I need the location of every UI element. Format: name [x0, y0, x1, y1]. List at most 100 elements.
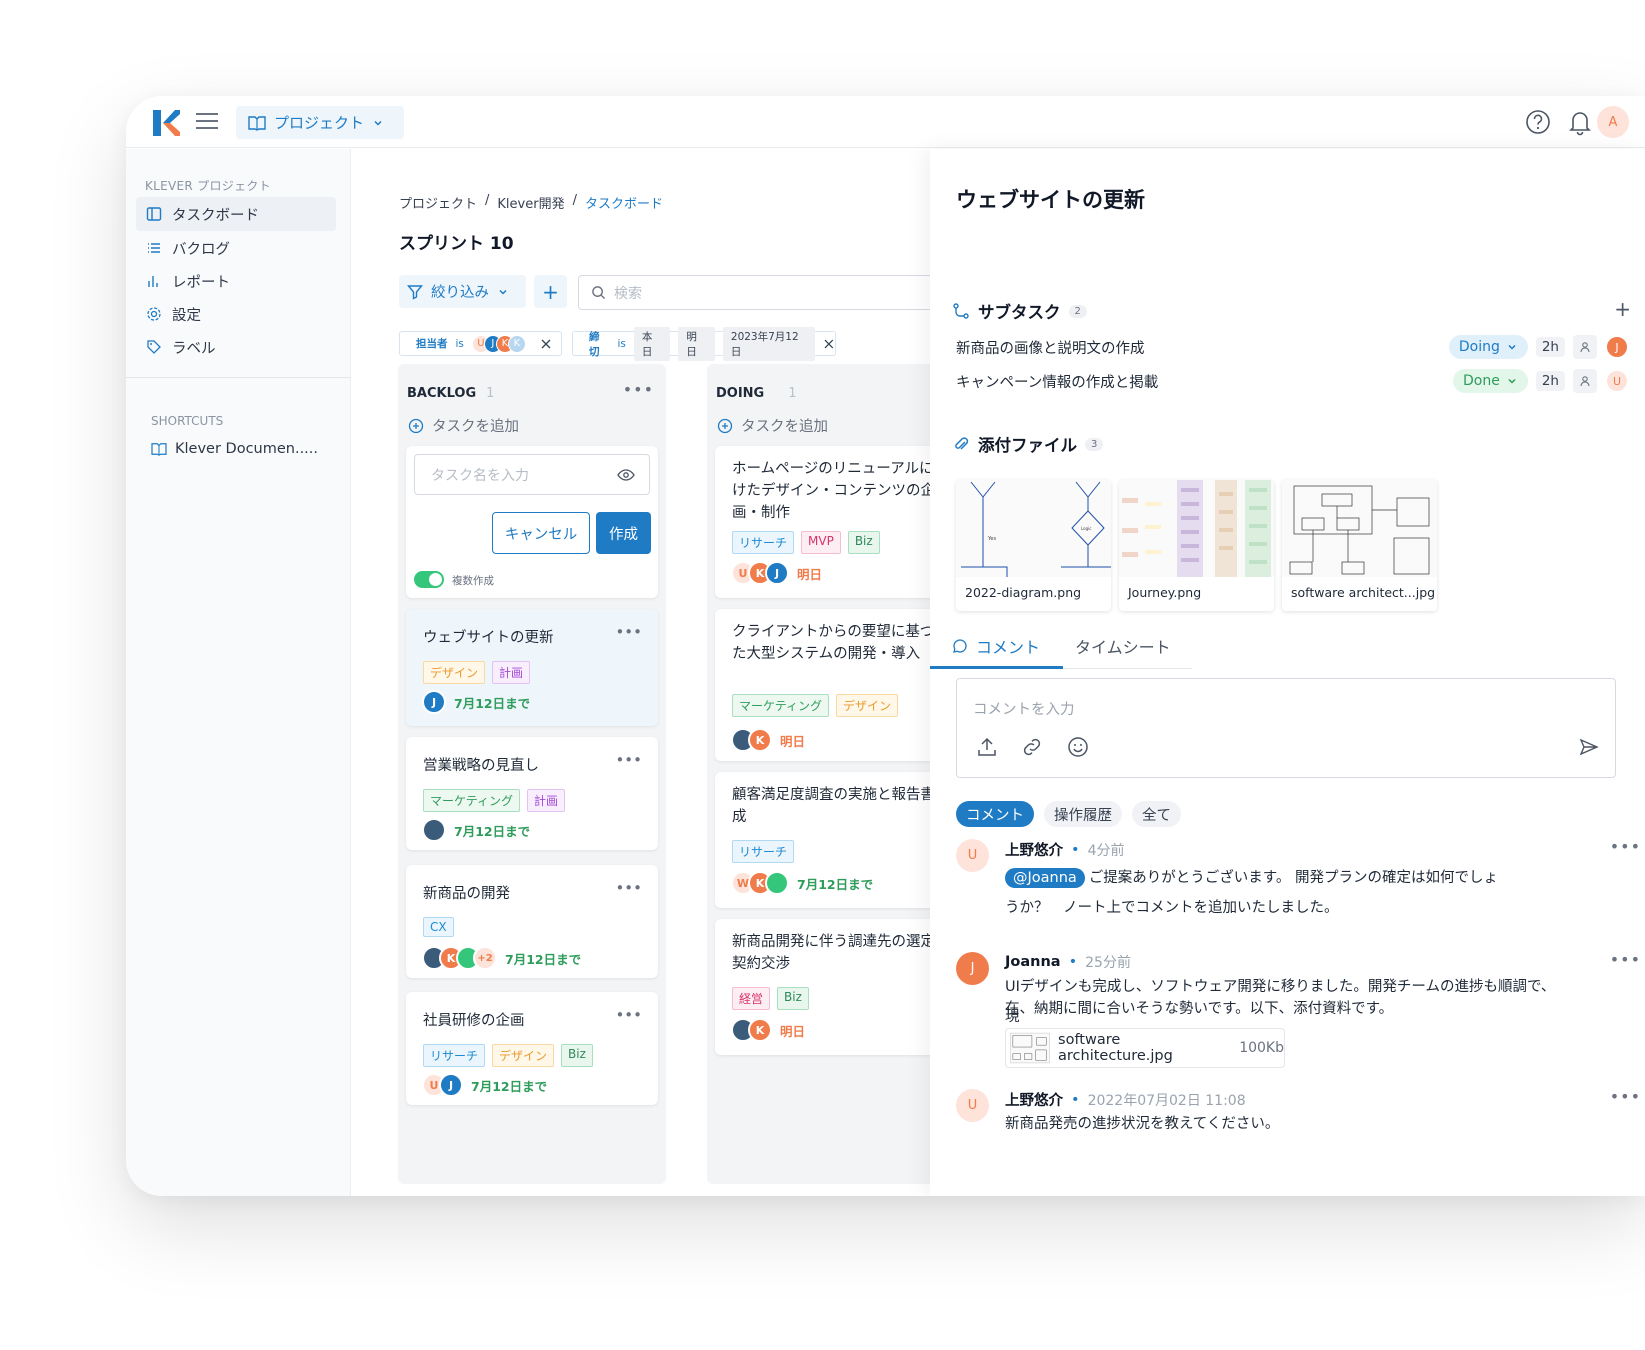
tag-management: 経営: [732, 987, 771, 1010]
breadcrumb-klever-dev[interactable]: Klever開発: [497, 193, 564, 212]
emoji-icon[interactable]: [1066, 735, 1090, 759]
eye-icon[interactable]: [617, 468, 635, 482]
status-dropdown[interactable]: Doing: [1448, 335, 1528, 359]
sidebar-item-label: ラベル: [172, 340, 216, 357]
task-name-input[interactable]: タスク名を入力: [414, 454, 650, 495]
chevron-down-icon: [1508, 378, 1516, 384]
hours-badge[interactable]: 2h: [1535, 337, 1565, 357]
subtask-title[interactable]: キャンペーン情報の作成と掲載: [956, 371, 1158, 392]
add-subtask-button[interactable]: +: [1614, 297, 1631, 321]
task-footer: K 明日: [731, 728, 805, 752]
tag-biz: Biz: [777, 987, 809, 1010]
card-more-button[interactable]: •••: [615, 1006, 642, 1024]
card-more-button[interactable]: •••: [615, 879, 642, 897]
tag-plan: 計画: [492, 661, 531, 684]
comment-text: @Joanna ご提案ありがとうございます。 開発プランの確定は如何でしょ: [1005, 863, 1565, 893]
backlog-column: BACKLOG 1 ••• タスクを追加 タスク名を入力 キャンセル 作成 複数…: [398, 364, 666, 1184]
avatar: K: [507, 334, 526, 353]
comment-more-button[interactable]: •••: [1610, 1087, 1641, 1106]
comment-line: ご提案ありがとうございます。 開発プランの確定は如何でしょ: [1088, 870, 1498, 886]
close-icon[interactable]: [823, 338, 835, 350]
help-icon[interactable]: [1523, 107, 1553, 137]
filter-button[interactable]: 絞り込み: [399, 275, 526, 308]
card-more-button[interactable]: •••: [615, 751, 642, 769]
due-date: 7月12日まで: [505, 951, 582, 967]
filter-comments[interactable]: コメント: [956, 801, 1034, 827]
shortcut-label: Klever Documen.....: [175, 441, 319, 457]
journey-preview: [1119, 480, 1274, 577]
card-more-button[interactable]: •••: [615, 623, 642, 641]
task-card[interactable]: 営業戦略の見直し ••• マーケティング 計画 7月12日まで: [406, 737, 658, 850]
subtasks-count: 2: [1068, 304, 1087, 318]
column-more-button[interactable]: •••: [623, 380, 654, 399]
deadline-filter-chip[interactable]: 締切 is 本日 明日 2023年7月12日: [572, 326, 836, 361]
sidebar-item-report[interactable]: レポート: [136, 264, 336, 298]
assignee-filter-chip[interactable]: 担当者 is U J K K: [399, 331, 562, 356]
create-button[interactable]: 作成: [596, 512, 651, 554]
attachment-name: software architect...jpg: [1291, 585, 1436, 600]
comment-header: Joanna • 25分前: [1005, 952, 1131, 972]
status-label: Doing: [1458, 339, 1500, 355]
tab-label: コメント: [976, 638, 1041, 657]
close-icon[interactable]: [540, 338, 552, 350]
paperclip-icon: [955, 437, 969, 450]
task-card[interactable]: ウェブサイトの更新 ••• デザイン 計画 J 7月12日まで: [406, 609, 658, 726]
tag-plan: 計画: [527, 789, 566, 812]
tab-comments[interactable]: コメント: [952, 634, 1040, 658]
attachment-thumbnail[interactable]: software architect...jpg: [1282, 480, 1437, 611]
due-date: 7月12日まで: [454, 695, 531, 711]
mention[interactable]: @Joanna: [1005, 868, 1085, 888]
attachment-thumbnail[interactable]: Yes Logic 2022-diagram.png: [956, 480, 1111, 611]
task-footer: 7月12日まで: [422, 818, 530, 842]
task-tags: リサーチ: [732, 840, 795, 863]
sidebar-item-taskboard[interactable]: タスクボード: [136, 197, 336, 231]
avatar: K: [748, 1018, 772, 1042]
sidebar-item-label[interactable]: ラベル: [136, 330, 336, 364]
comment-header: 上野悠介 • 2022年07月02日 11:08: [1005, 1089, 1246, 1110]
filter-history[interactable]: 操作履歴: [1044, 801, 1122, 827]
sidebar-item-backlog[interactable]: バクログ: [136, 231, 336, 265]
subtask-title[interactable]: 新商品の画像と説明文の作成: [956, 337, 1145, 358]
shortcut-klever-docs[interactable]: Klever Documen.....: [151, 441, 318, 457]
send-icon[interactable]: [1579, 737, 1599, 757]
klever-logo-icon[interactable]: [151, 108, 181, 138]
link-icon[interactable]: [1020, 735, 1044, 759]
task-title: ウェブサイトの更新: [423, 630, 554, 646]
multi-create-toggle[interactable]: [414, 571, 444, 588]
filter-all[interactable]: 全て: [1132, 801, 1181, 827]
attachment-thumbnail[interactable]: Journey.png: [1119, 480, 1274, 611]
task-title: 社員研修の企画: [423, 1013, 525, 1029]
bell-icon[interactable]: [1565, 107, 1595, 137]
add-task-button[interactable]: タスクを追加: [717, 415, 828, 436]
sidebar-item-label: バクログ: [172, 241, 230, 258]
sidebar-item-settings[interactable]: 設定: [136, 297, 336, 331]
assign-user-icon[interactable]: [1573, 335, 1597, 359]
hours-badge[interactable]: 2h: [1535, 371, 1565, 391]
breadcrumb-separator: /: [485, 193, 490, 208]
user-avatar[interactable]: A: [1597, 106, 1629, 138]
task-tags: リサーチ MVP Biz: [732, 531, 880, 554]
comment-more-button[interactable]: •••: [1610, 837, 1641, 856]
new-task-form: タスク名を入力 キャンセル 作成 複数作成: [406, 446, 658, 598]
add-task-button[interactable]: タスクを追加: [408, 415, 519, 436]
project-dropdown[interactable]: プロジェクト: [236, 106, 404, 139]
comment-more-button[interactable]: •••: [1610, 950, 1641, 969]
status-dropdown[interactable]: Done: [1453, 369, 1528, 393]
subtask-meta: Done 2h U: [1453, 369, 1629, 393]
breadcrumb-project[interactable]: プロジェクト: [399, 193, 477, 212]
comment-input[interactable]: コメントを入力: [956, 678, 1616, 778]
tab-timesheet[interactable]: タイムシート: [1075, 634, 1171, 658]
task-title: 新商品の開発: [423, 886, 510, 902]
sidebar: KLEVER プロジェクト タスクボード バクログ レポート 設定 ラベル SH…: [126, 149, 351, 1196]
avatar: J: [1605, 335, 1629, 359]
attached-file[interactable]: software architecture.jpg 100Kb: [1005, 1028, 1285, 1068]
cancel-button[interactable]: キャンセル: [492, 512, 590, 554]
book-icon: [248, 115, 266, 131]
upload-icon[interactable]: [975, 735, 999, 759]
task-card[interactable]: 社員研修の企画 ••• リサーチ デザイン Biz U J 7月12日まで: [406, 992, 658, 1105]
task-detail-title: ウェブサイトの更新: [956, 188, 1145, 212]
task-card[interactable]: 新商品の開発 ••• CX K +2 7月12日まで: [406, 865, 658, 978]
assign-user-icon[interactable]: [1573, 369, 1597, 393]
add-button[interactable]: +: [534, 275, 567, 308]
menu-icon[interactable]: [196, 111, 218, 131]
